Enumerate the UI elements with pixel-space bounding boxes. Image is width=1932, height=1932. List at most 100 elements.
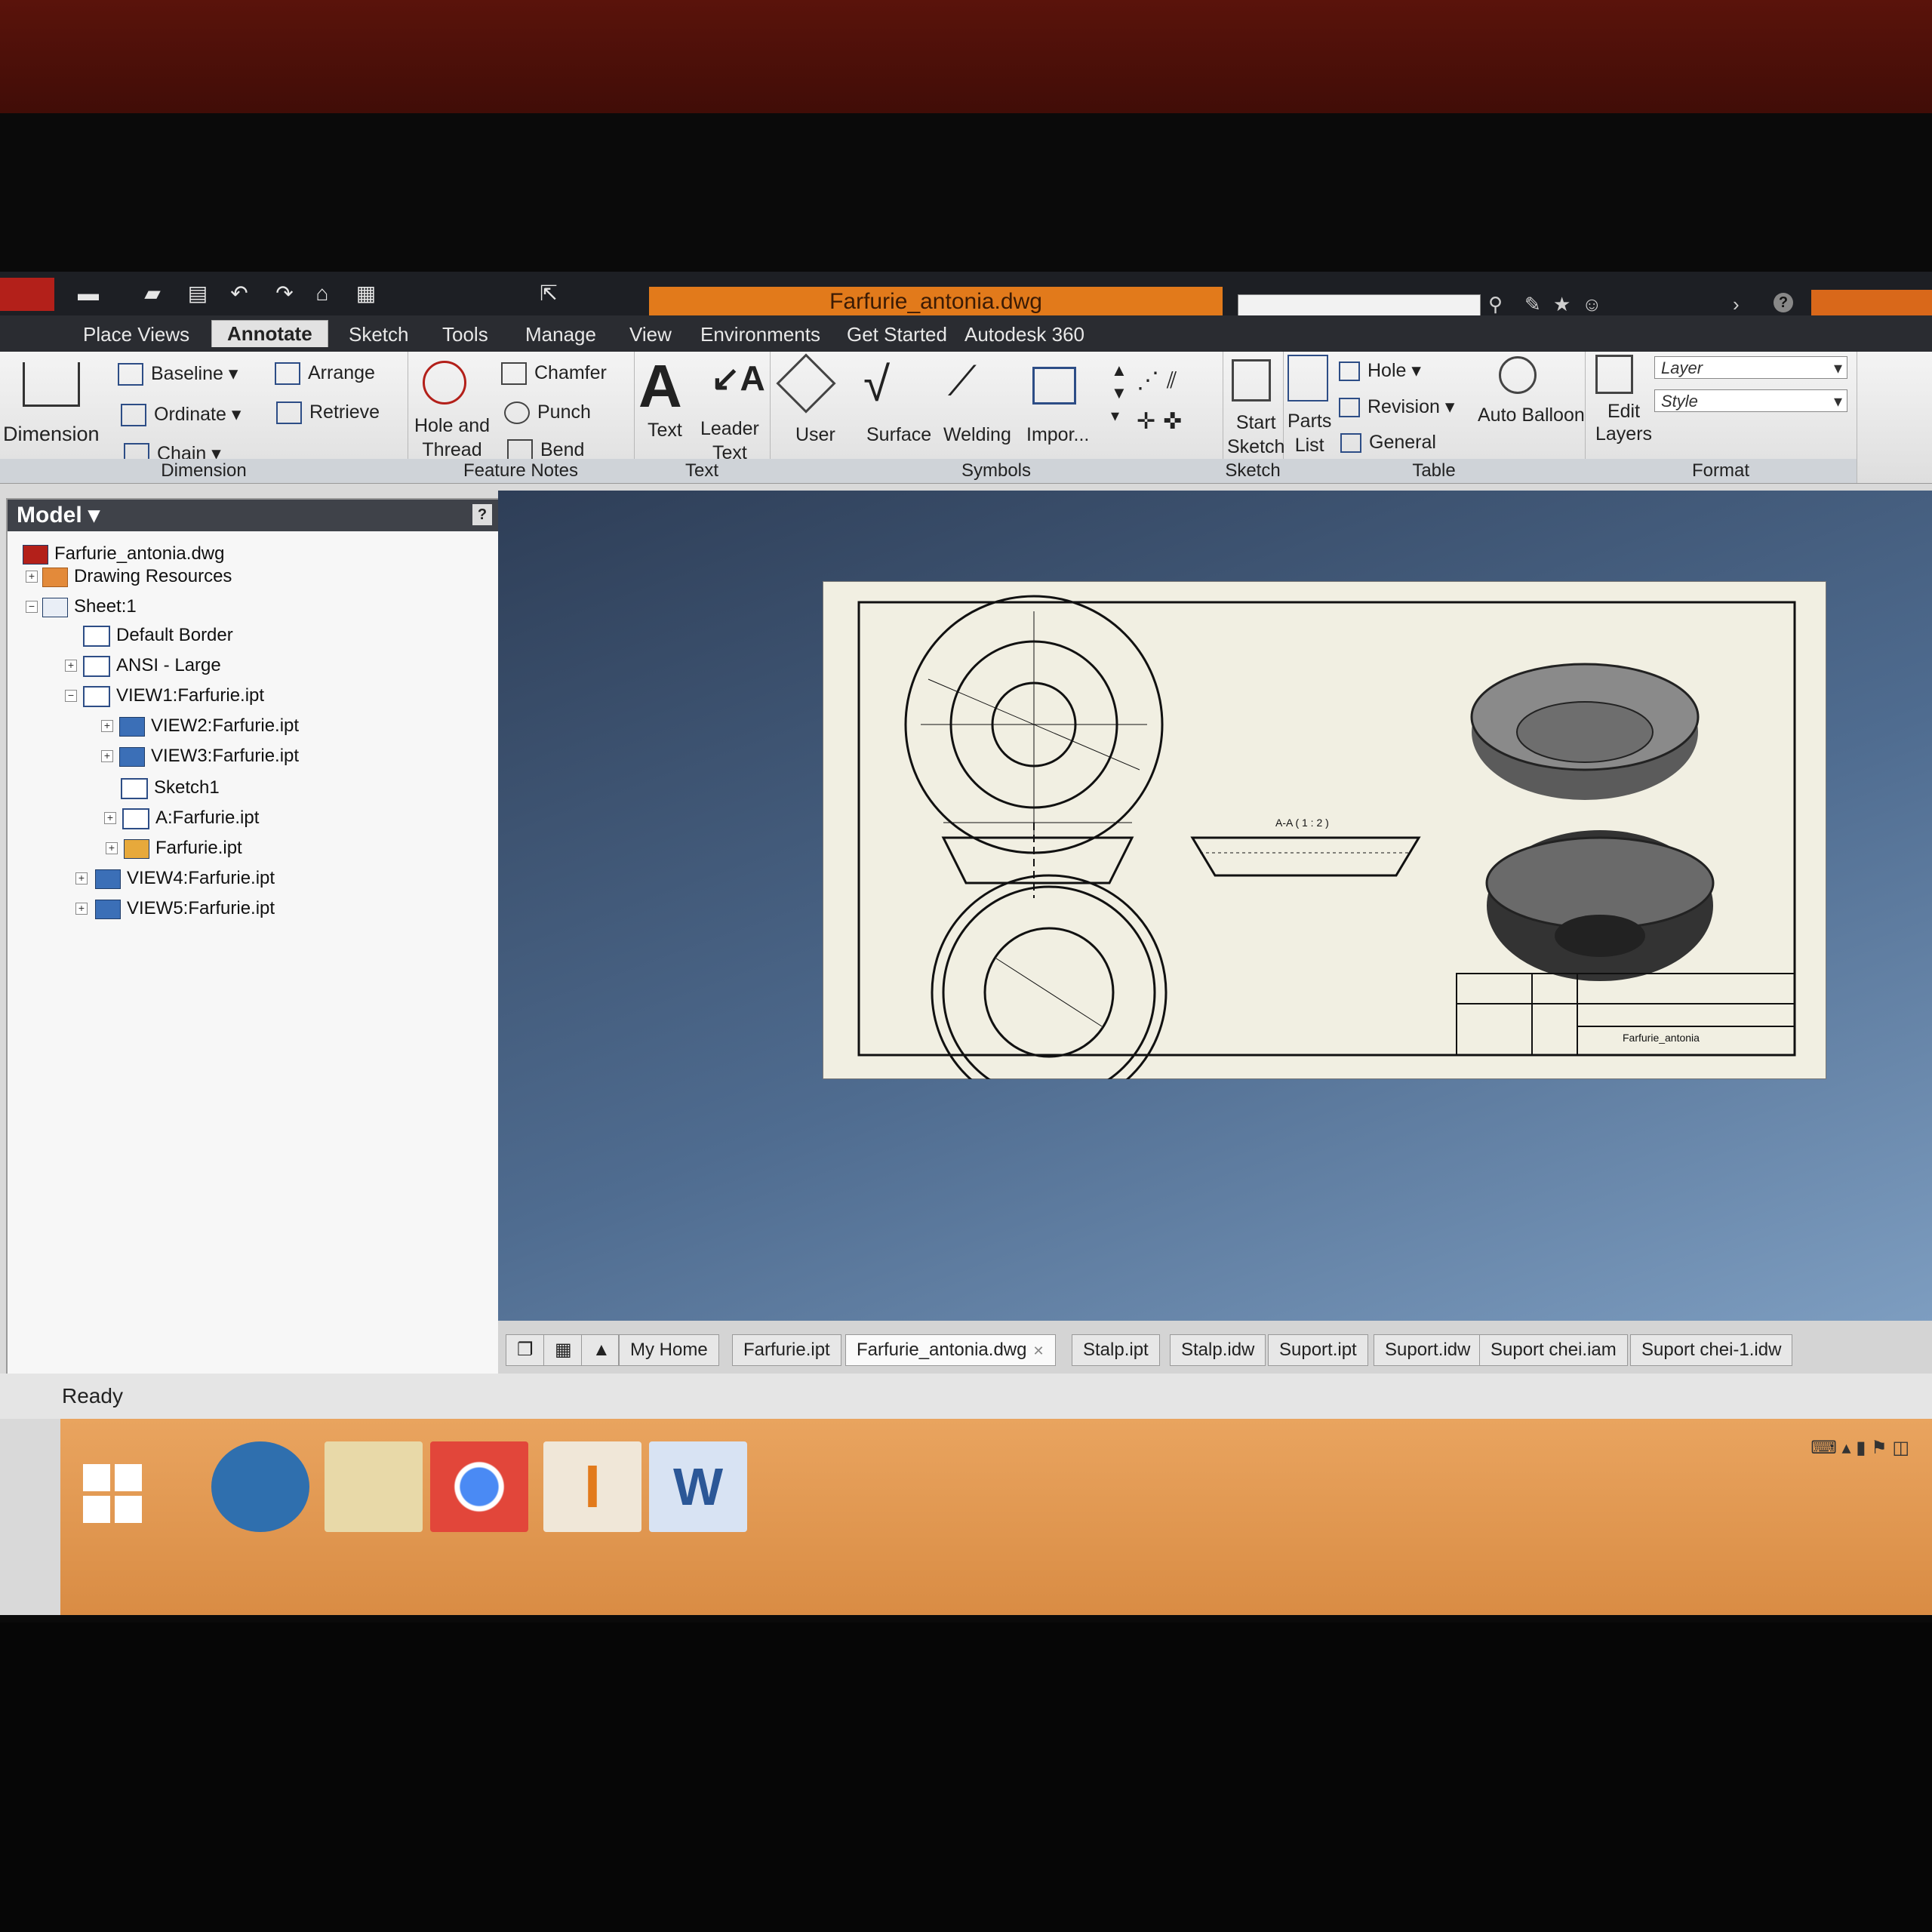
user-symbol-button[interactable]: User (795, 424, 835, 446)
tab-stalp-ipt[interactable]: Stalp.ipt (1072, 1334, 1160, 1366)
close-icon[interactable]: ✕ (1032, 1343, 1044, 1358)
text-button[interactable]: Text (648, 420, 682, 441)
chamfer-button[interactable]: Chamfer (501, 362, 607, 386)
parts-list-button[interactable]: Parts List (1287, 409, 1331, 457)
isometric-view-1[interactable] (1470, 663, 1700, 800)
tree-item-section-a[interactable]: A:Farfurie.ipt (122, 808, 259, 829)
sketch-symbol-tools[interactable]: ⋰⫽ ✛✜ (1137, 361, 1189, 442)
tab-suport-idw[interactable]: Suport.idw (1374, 1334, 1482, 1366)
tab-my-home[interactable]: My Home (619, 1334, 719, 1366)
import-symbol-button[interactable]: Impor... (1026, 424, 1089, 446)
arrange-button[interactable]: Arrange (275, 362, 375, 386)
tab-suport-chei-iam[interactable]: Suport chei.iam (1479, 1334, 1628, 1366)
tab-sketch[interactable]: Sketch (349, 323, 409, 346)
tab-manage[interactable]: Manage (525, 323, 596, 346)
communication-icon[interactable]: ✎ (1524, 293, 1541, 316)
revision-table-button[interactable]: Revision ▾ (1339, 395, 1454, 418)
collapse-toggle[interactable]: − (26, 601, 38, 613)
browser-help-icon[interactable]: ? (472, 504, 492, 525)
tab-environments[interactable]: Environments (700, 323, 820, 346)
window-controls[interactable] (1811, 290, 1932, 317)
leader-text-button[interactable]: Leader Text (700, 417, 759, 465)
tree-item-title-block[interactable]: ANSI - Large (83, 655, 221, 677)
expand-toggle[interactable]: + (75, 872, 88, 884)
tab-tools[interactable]: Tools (442, 323, 488, 346)
tab-suport-chei-1-idw[interactable]: Suport chei-1.idw (1630, 1334, 1793, 1366)
system-tray[interactable]: ⌨ ▴ ▮ ⚑ ◫ (1810, 1437, 1909, 1459)
auto-balloon-button[interactable]: Auto Balloon (1478, 405, 1585, 426)
new-icon[interactable]: ▬ (75, 282, 101, 305)
baseline-button[interactable]: Baseline ▾ (118, 362, 238, 386)
save-icon[interactable]: ▤ (185, 282, 211, 305)
expand-toggle[interactable]: + (101, 750, 113, 762)
ordinate-button[interactable]: Ordinate ▾ (121, 403, 241, 427)
favorites-icon[interactable]: ★ (1553, 293, 1571, 316)
hole-and-thread-button[interactable]: Hole and Thread (411, 414, 494, 462)
tab-suport-ipt[interactable]: Suport.ipt (1268, 1334, 1368, 1366)
text-panel-label: Text (634, 459, 770, 483)
punch-button[interactable]: Punch (504, 401, 591, 425)
chrome-icon[interactable] (430, 1441, 528, 1532)
expand-toggle[interactable]: + (65, 660, 77, 672)
drawing-sheet[interactable]: A-A ( 1 : 2 ) Farfurie_antonia (823, 581, 1826, 1079)
tree-item-part[interactable]: Farfurie.ipt (124, 838, 242, 859)
tab-list-icon[interactable]: ▲ (581, 1334, 619, 1366)
dimension-button[interactable]: Dimension (3, 423, 100, 446)
punch-icon (504, 401, 530, 425)
collapse-toggle[interactable]: − (65, 690, 77, 702)
tree-item-view3[interactable]: VIEW3:Farfurie.ipt (119, 746, 299, 767)
gallery-scroll[interactable]: ▲ ▼ ▾ (1111, 359, 1128, 427)
tab-autodesk-360[interactable]: Autodesk 360 (964, 323, 1084, 346)
tree-item-view1[interactable]: VIEW1:Farfurie.ipt (83, 685, 264, 707)
tree-item-view2[interactable]: VIEW2:Farfurie.ipt (119, 715, 299, 737)
binoculars-icon[interactable]: ⚲ (1488, 293, 1503, 316)
tab-stalp-idw[interactable]: Stalp.idw (1170, 1334, 1266, 1366)
print-icon[interactable]: ▦ (353, 282, 379, 305)
general-table-button[interactable]: General (1340, 432, 1436, 454)
word-icon[interactable]: W (649, 1441, 747, 1532)
user-icon[interactable]: ☺ (1582, 293, 1602, 316)
tab-get-started[interactable]: Get Started (847, 323, 947, 346)
home-icon[interactable]: ⌂ (309, 282, 335, 305)
tree-item-view4[interactable]: VIEW4:Farfurie.ipt (95, 868, 275, 889)
help-icon[interactable]: ? (1774, 293, 1793, 312)
retrieve-button[interactable]: Retrieve (276, 401, 380, 425)
hole-table-button[interactable]: Hole ▾ (1339, 359, 1421, 382)
tree-item-sheet[interactable]: Sheet:1 (42, 596, 137, 617)
tab-place-views[interactable]: Place Views (83, 323, 189, 346)
surface-texture-button[interactable]: Surface (866, 424, 931, 446)
layer-dropdown[interactable]: Layer ▾ (1654, 356, 1847, 379)
chevron-right-icon[interactable]: › (1733, 293, 1740, 316)
file-explorer-icon[interactable] (325, 1441, 423, 1532)
tree-item-sketch1[interactable]: Sketch1 (121, 777, 220, 799)
edit-layers-button[interactable]: Edit Layers (1595, 400, 1652, 445)
expand-toggle[interactable]: + (104, 812, 116, 824)
tree-item-drawing[interactable]: Farfurie_antonia.dwg (23, 543, 224, 565)
tab-farfurie-ipt[interactable]: Farfurie.ipt (732, 1334, 841, 1366)
chevron-down-icon[interactable]: ▾ (88, 503, 100, 528)
inventor-logo-icon[interactable] (0, 278, 54, 311)
tree-item-default-border[interactable]: Default Border (83, 625, 233, 647)
expand-toggle[interactable]: + (26, 571, 38, 583)
redo-icon[interactable]: ↷ (272, 282, 297, 305)
style-dropdown[interactable]: Style ▾ (1654, 389, 1847, 412)
open-icon[interactable]: ▰ (140, 282, 165, 305)
thunderbird-icon[interactable] (211, 1441, 309, 1532)
tab-farfurie-antonia-dwg[interactable]: Farfurie_antonia.dwg ✕ (845, 1334, 1056, 1366)
isometric-view-2[interactable] (1485, 830, 1715, 981)
undo-icon[interactable]: ↶ (226, 282, 252, 305)
help-search-input[interactable] (1238, 294, 1481, 317)
welding-symbol-button[interactable]: Welding (943, 424, 1011, 446)
tab-annotate[interactable]: Annotate (211, 320, 328, 347)
tree-item-view5[interactable]: VIEW5:Farfurie.ipt (95, 898, 275, 919)
inventor-icon[interactable]: I (543, 1441, 641, 1532)
tree-item-drawing-resources[interactable]: Drawing Resources (42, 566, 232, 587)
browser-header[interactable]: Model ▾ ? (8, 500, 498, 531)
tab-view[interactable]: View (629, 323, 672, 346)
start-sketch-button[interactable]: Start Sketch (1227, 411, 1284, 459)
expand-toggle[interactable]: + (106, 842, 118, 854)
select-icon[interactable]: ⇱ (536, 282, 561, 305)
windows-start-icon[interactable] (83, 1464, 143, 1524)
expand-toggle[interactable]: + (75, 903, 88, 915)
expand-toggle[interactable]: + (101, 720, 113, 732)
